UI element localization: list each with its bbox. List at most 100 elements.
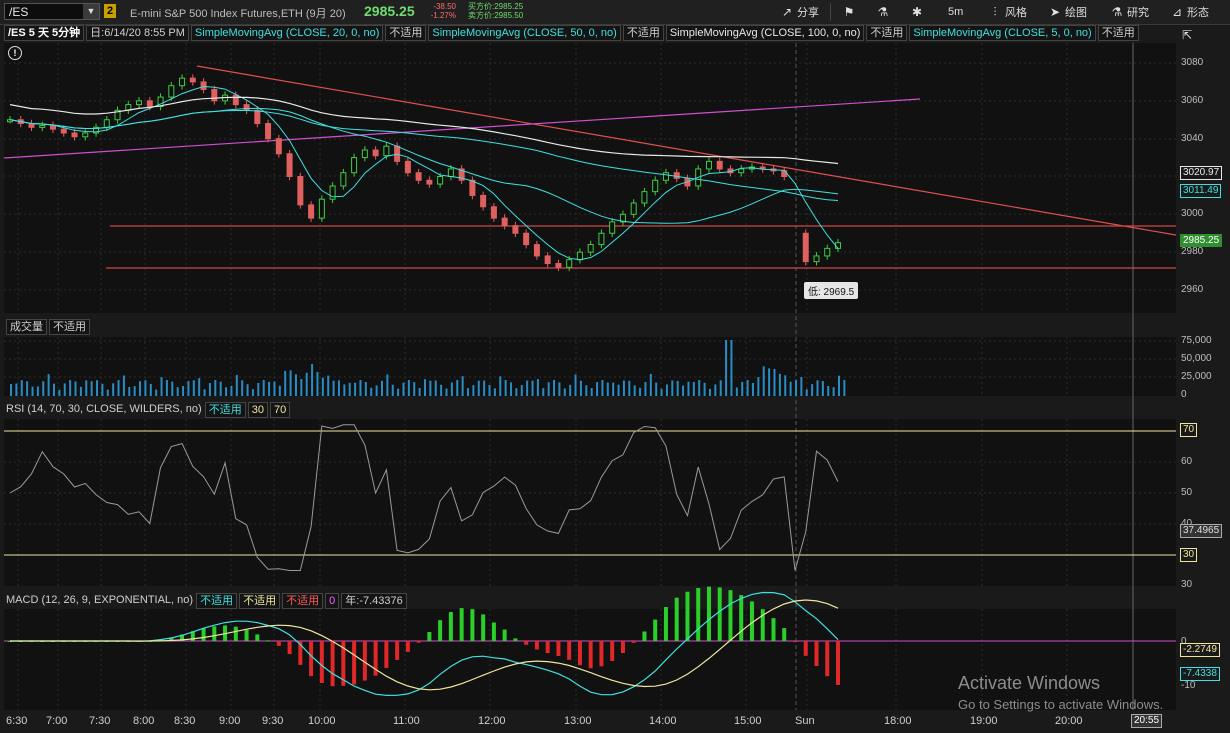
macd-histogram-bar: [416, 641, 421, 643]
volume-bar: [26, 381, 29, 396]
volume-bar: [596, 382, 599, 396]
volume-bar: [424, 379, 426, 396]
alert-icon[interactable]: !: [8, 46, 22, 60]
time-tick: 12:00: [478, 715, 506, 727]
volume-bar: [590, 387, 593, 396]
volume-bar: [542, 388, 545, 396]
price-tick: 2980: [1181, 246, 1204, 257]
volume-bar: [214, 380, 217, 396]
macd-histogram-bar: [244, 629, 249, 641]
volume-bar: [230, 385, 233, 396]
macd-histogram-bar: [513, 638, 518, 641]
volume-bar: [832, 387, 835, 396]
volume-tick: 0: [1181, 389, 1187, 400]
macd-histogram-bar: [620, 641, 625, 654]
volume-bar: [526, 380, 529, 396]
macd-histogram-bar: [405, 641, 410, 652]
volume-bar: [843, 380, 846, 396]
volume-bar: [730, 340, 733, 396]
volume-bar: [569, 384, 572, 396]
volume-panel-bg: [4, 337, 1176, 396]
volume-bar: [789, 381, 792, 396]
volume-label[interactable]: 成交量: [6, 319, 47, 335]
candle-body: [361, 149, 368, 159]
macd-label[interactable]: MACD (12, 26, 9, EXPONENTIAL, no): [6, 594, 193, 606]
volume-value: 不适用: [49, 319, 90, 335]
volume-bar: [805, 389, 808, 396]
macd-diff: 不适用: [282, 593, 324, 609]
volume-bar: [182, 386, 185, 396]
candle-body: [523, 232, 530, 246]
volume-bar: [553, 380, 556, 396]
macd-histogram-bar: [201, 627, 206, 641]
volume-bar: [380, 380, 383, 396]
volume-bar: [617, 384, 620, 396]
candle-body: [426, 179, 433, 185]
volume-bar: [74, 381, 77, 396]
macd-histogram-bar: [276, 641, 281, 646]
volume-bar: [407, 380, 410, 396]
macd-histogram-bar: [728, 590, 733, 641]
candle-body: [705, 160, 712, 170]
candle-body: [480, 194, 487, 208]
volume-bar: [262, 380, 265, 396]
volume-bar: [316, 371, 319, 396]
candle-body: [254, 109, 261, 125]
volume-title: 成交量 不适用: [6, 319, 92, 335]
volume-bar: [714, 384, 717, 396]
volume-bar: [133, 386, 136, 396]
time-tick: 8:00: [133, 715, 155, 727]
candle-body: [404, 160, 411, 174]
price-tick: 3060: [1181, 95, 1204, 106]
volume-bar: [42, 381, 45, 396]
macd-histogram-bar: [717, 587, 722, 641]
candle-body: [415, 172, 422, 181]
macd-zero: 0: [325, 593, 340, 609]
macd-histogram-bar: [481, 614, 486, 641]
volume-bar: [139, 381, 142, 396]
volume-bar: [488, 384, 491, 396]
volume-bar: [655, 382, 658, 396]
volume-bar: [547, 382, 550, 396]
volume-bar: [520, 384, 523, 396]
rsi-label[interactable]: RSI (14, 70, 30, CLOSE, WILDERS, no): [6, 403, 202, 415]
macd-title: MACD (12, 26, 9, EXPONENTIAL, no) 不适用 不适用…: [6, 593, 409, 609]
volume-bar: [558, 382, 561, 396]
volume-bar: [703, 382, 706, 396]
low-bubble: 低: 2969.5: [804, 282, 859, 299]
candle-body: [383, 145, 390, 157]
macd-histogram-bar: [825, 641, 830, 677]
macd-avg: 不适用: [239, 593, 281, 609]
volume-bar: [332, 380, 335, 396]
macd-histogram-bar: [448, 612, 453, 641]
volume-bar: [20, 380, 23, 396]
candle-body: [437, 176, 444, 185]
macd-histogram-bar: [309, 641, 314, 677]
macd-histogram-bar: [706, 586, 711, 641]
macd-histogram-bar: [384, 641, 389, 668]
volume-bar: [192, 380, 195, 396]
candle-body: [673, 172, 680, 179]
candle-body: [490, 206, 497, 219]
volume-bar: [289, 370, 292, 396]
chart-canvas[interactable]: [0, 0, 1230, 733]
volume-bar: [53, 383, 56, 396]
macd-histogram-bar: [556, 641, 561, 656]
candle-body: [50, 124, 57, 130]
macd-histogram-bar: [567, 641, 572, 660]
volume-bar: [160, 377, 163, 396]
time-tick: 15:00: [734, 715, 762, 727]
volume-bar: [838, 375, 840, 396]
macd-histogram-bar: [502, 629, 507, 641]
macd-histogram-bar: [438, 620, 443, 641]
volume-bar: [112, 383, 115, 396]
candle-body: [308, 204, 315, 219]
macd-avg-tag: -2.2749: [1180, 643, 1220, 657]
rsi-tick: 30: [1181, 579, 1193, 590]
volume-bar: [294, 374, 297, 396]
macd-histogram-bar: [330, 641, 335, 687]
volume-bar: [122, 375, 125, 396]
volume-bar: [337, 380, 340, 396]
volume-bar: [429, 380, 432, 396]
volume-bar: [504, 380, 507, 396]
